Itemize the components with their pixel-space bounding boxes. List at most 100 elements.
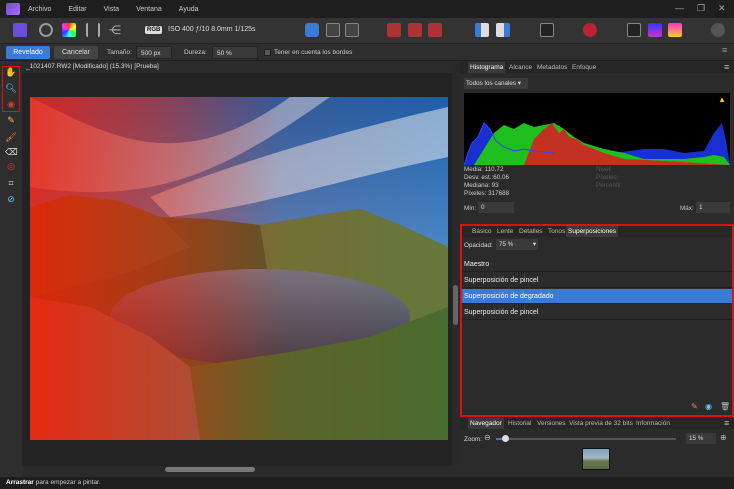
- photo-canvas[interactable]: [30, 97, 448, 440]
- stat-pixeles: Píxeles: 317688: [464, 190, 510, 197]
- account-icon[interactable]: [711, 23, 725, 37]
- zoom-field[interactable]: 15 %: [686, 433, 716, 444]
- toolbar: ⋲ RGB ISO 400 ƒ/10 8.0mm 1/125s: [0, 18, 734, 44]
- menu-ventana[interactable]: Ventana: [136, 6, 162, 13]
- maximize-icon[interactable]: ❐: [697, 3, 705, 14]
- tool-highlight-box: [2, 66, 20, 112]
- status-text: para empezar a pintar.: [33, 479, 101, 486]
- stat-desv: Desv. est.:60.06: [464, 174, 510, 181]
- right-panel: Histograma Alcance Metadatos Enfoque ≡ T…: [460, 61, 734, 477]
- channel-select[interactable]: Todos los canales ▾: [464, 78, 528, 89]
- layer-pincel-1[interactable]: Superposición de pincel: [462, 273, 732, 288]
- tab-lente[interactable]: Lente: [495, 226, 515, 237]
- tab-enfoque[interactable]: Enfoque: [570, 62, 598, 73]
- zoom-label: Zoom:: [464, 436, 482, 443]
- tab-basico[interactable]: Básico: [470, 226, 494, 237]
- revelado-button[interactable]: Revelado: [6, 46, 50, 59]
- menu-editar[interactable]: Editar: [68, 6, 86, 13]
- vertical-scrollbar[interactable]: [452, 61, 460, 466]
- gradient-icon[interactable]: [648, 23, 662, 37]
- min-field[interactable]: 0: [478, 202, 514, 213]
- zoom-slider-knob[interactable]: [502, 435, 509, 442]
- max-field[interactable]: 1: [696, 202, 730, 213]
- zoom-in-icon[interactable]: ⊕: [720, 433, 727, 442]
- tab-navegador[interactable]: Navegador: [468, 418, 504, 429]
- view-mode-icon[interactable]: [305, 23, 319, 37]
- document-tab[interactable]: _1021407.RW2 [Modificado] (15.3%) [Prueb…: [22, 61, 452, 73]
- share-icon[interactable]: ⋲: [108, 23, 122, 37]
- overlay-gradient-icon[interactable]: ◎: [5, 160, 17, 172]
- tab-detalles[interactable]: Detalles: [517, 226, 544, 237]
- tab-tonos[interactable]: Tonos: [546, 226, 567, 237]
- clipping-icon[interactable]: [387, 23, 401, 37]
- dureza-field[interactable]: 50 %: [212, 46, 258, 59]
- add-brush-overlay-icon[interactable]: ✎: [691, 402, 698, 411]
- tab-alcance[interactable]: Alcance: [507, 62, 534, 73]
- tamano-field[interactable]: 500 px: [136, 46, 172, 59]
- tamano-label: Tamaño:: [107, 49, 132, 56]
- minimize-icon[interactable]: —: [675, 3, 684, 13]
- tab-versiones[interactable]: Versiones: [535, 418, 568, 429]
- snapshot-icon[interactable]: [668, 23, 682, 37]
- navigator-menu-icon[interactable]: ≡: [722, 418, 731, 429]
- before-after-split-icon[interactable]: [496, 23, 510, 37]
- min-label: Mín:: [464, 205, 477, 212]
- tone-mapping-persona-icon[interactable]: [86, 23, 100, 37]
- channel-select-value: Todos los canales: [466, 80, 517, 87]
- status-bold: Arrastrar: [6, 479, 34, 486]
- tab-vista-previa[interactable]: Vista previa de 32 bits: [567, 418, 635, 429]
- navigator-tabs: Navegador Historial Versiones Vista prev…: [460, 418, 734, 429]
- warning-icon[interactable]: ▲: [718, 95, 726, 104]
- opacity-field[interactable]: 75 % ▾: [496, 239, 538, 250]
- affinity-photo-logo: [6, 3, 20, 15]
- photo-persona-icon[interactable]: [13, 23, 27, 37]
- highlights-clip-icon[interactable]: [428, 23, 442, 37]
- white-balance-icon[interactable]: ⊘: [5, 193, 17, 205]
- delete-overlay-icon[interactable]: 🗑︎: [720, 402, 730, 411]
- tools-panel: ✋ 🔍︎ ◉ ✎ 🖌︎ ⌫ ◎ ⌗ ⊘: [0, 61, 22, 477]
- vertical-scroll-thumb[interactable]: [453, 285, 458, 325]
- menu-vista[interactable]: Vista: [104, 6, 119, 13]
- shadows-clip-icon[interactable]: [408, 23, 422, 37]
- overlay-brush-icon[interactable]: 🖌︎: [5, 131, 17, 143]
- tab-metadatos[interactable]: Metadatos: [535, 62, 569, 73]
- mirror-view-icon[interactable]: [345, 23, 359, 37]
- zoom-slider[interactable]: [496, 438, 676, 440]
- develop-persona-icon[interactable]: [62, 23, 76, 37]
- color-mode-icon[interactable]: [627, 23, 641, 37]
- menu-archivo[interactable]: Archivo: [28, 6, 51, 13]
- menu-bar: Archivo Editar Vista Ventana Ayuda — ❐ ✕: [0, 0, 734, 18]
- panel-menu-icon[interactable]: ≡: [722, 62, 731, 73]
- tab-historial[interactable]: Historial: [506, 418, 533, 429]
- split-view-icon[interactable]: [326, 23, 340, 37]
- before-after-icon[interactable]: [475, 23, 489, 37]
- navigator-thumbnail[interactable]: [582, 448, 610, 470]
- overlay-eraser-icon[interactable]: ⌫: [5, 146, 18, 158]
- blemish-icon[interactable]: ✎: [5, 114, 17, 126]
- menu-ayuda[interactable]: Ayuda: [179, 6, 199, 13]
- cancelar-button[interactable]: Cancelar: [54, 46, 98, 59]
- zoom-out-icon[interactable]: ⊖: [484, 433, 491, 442]
- opacity-label: Opacidad:: [464, 242, 493, 249]
- tab-histograma[interactable]: Histograma: [468, 62, 506, 73]
- bordes-checkbox[interactable]: [264, 49, 271, 56]
- stat-percentil: Percentil:: [596, 182, 623, 189]
- stat-mediana: Mediana: 93: [464, 182, 499, 189]
- tab-superposiciones[interactable]: Superposiciones: [566, 226, 619, 237]
- crop-icon[interactable]: ⌗: [5, 177, 17, 189]
- dureza-label: Dureza:: [184, 49, 207, 56]
- histogram-tabs: Histograma Alcance Metadatos Enfoque ≡: [460, 62, 734, 73]
- layer-degradado[interactable]: Superposición de degradado: [462, 289, 732, 304]
- adjust-tabs: Básico Lente Detalles Tonos Superposicio…: [462, 226, 732, 237]
- layer-maestro[interactable]: Maestro: [462, 257, 732, 272]
- liquify-persona-icon[interactable]: [39, 23, 53, 37]
- assistant-icon[interactable]: [583, 23, 597, 37]
- add-gradient-overlay-icon[interactable]: ◉: [705, 402, 712, 411]
- layer-pincel-2[interactable]: Superposición de pincel: [462, 305, 732, 320]
- context-menu-icon[interactable]: ≡: [722, 45, 727, 55]
- max-label: Máx:: [680, 205, 694, 212]
- tab-informacion[interactable]: Información: [634, 418, 672, 429]
- info-icon[interactable]: [540, 23, 554, 37]
- horizontal-scroll-thumb[interactable]: [165, 467, 255, 472]
- close-icon[interactable]: ✕: [718, 3, 726, 14]
